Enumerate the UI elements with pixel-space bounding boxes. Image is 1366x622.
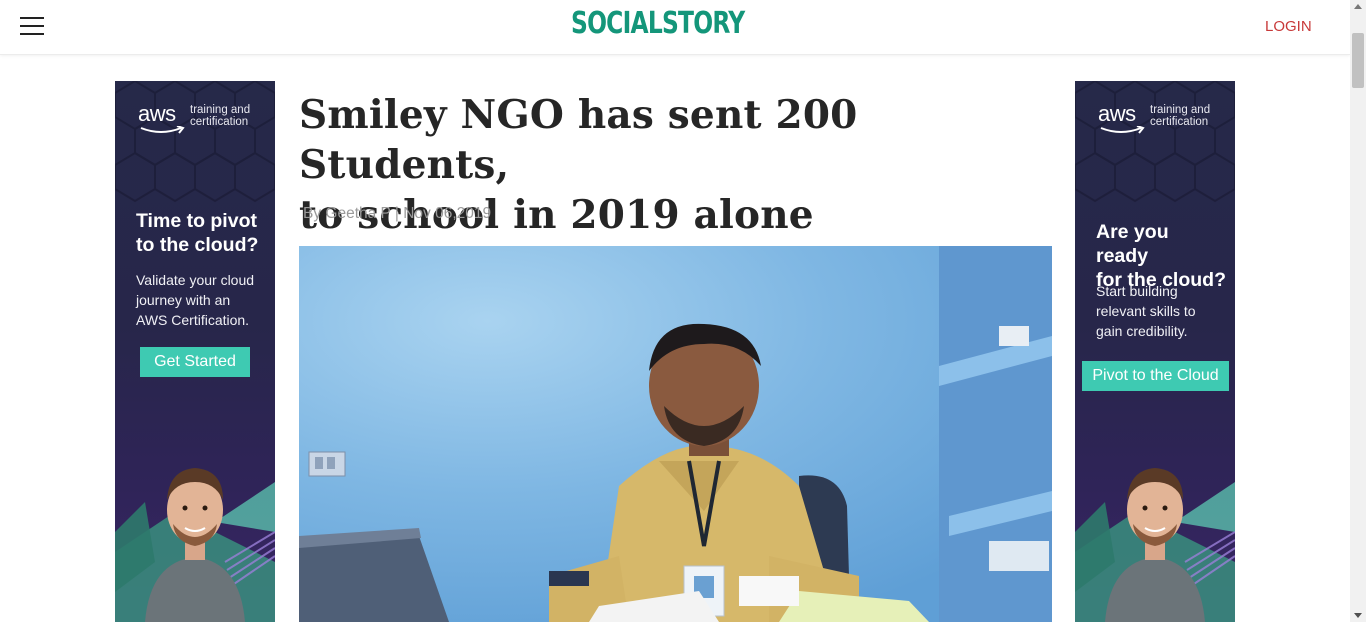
aws-tagline-line: certification bbox=[190, 116, 249, 128]
scroll-thumb[interactable] bbox=[1352, 33, 1364, 88]
scroll-up-arrow-icon[interactable] bbox=[1354, 4, 1362, 9]
site-logo[interactable]: SOCIALSTORY bbox=[571, 6, 745, 41]
aws-tagline: training and certification bbox=[190, 104, 250, 128]
aws-logo: aws training and certification bbox=[1098, 101, 1228, 141]
aws-smile-icon bbox=[140, 126, 185, 134]
ad-body-line: AWS Certification. bbox=[136, 312, 250, 328]
ad-body-line: Start building bbox=[1096, 283, 1178, 299]
ad-title-line: Are you ready bbox=[1096, 221, 1169, 267]
article-hero-image bbox=[299, 246, 1052, 622]
headline-line: Smiley NGO has sent 200 Students, bbox=[299, 92, 858, 188]
ad-title: Time to pivot to the cloud? bbox=[136, 209, 266, 257]
ad-body-line: relevant skills to bbox=[1096, 303, 1196, 319]
ad-body: Validate your cloud journey with an AWS … bbox=[136, 270, 266, 330]
menu-bar bbox=[20, 33, 44, 35]
page-scrollbar[interactable] bbox=[1350, 0, 1366, 622]
ad-body-line: Validate your cloud bbox=[136, 272, 255, 288]
aws-wordmark: aws bbox=[1098, 101, 1136, 126]
ad-body-line: gain credibility. bbox=[1096, 323, 1188, 339]
aws-tagline-line: training and bbox=[190, 104, 251, 116]
site-header: SOCIALSTORY LOGIN bbox=[0, 0, 1350, 55]
aws-tagline: training and certification bbox=[1150, 104, 1210, 128]
ad-body-line: journey with an bbox=[136, 292, 231, 308]
pivot-to-cloud-button[interactable]: Pivot to the Cloud bbox=[1082, 361, 1229, 391]
aws-tagline-line: certification bbox=[1150, 116, 1209, 128]
hamburger-menu-icon[interactable] bbox=[20, 17, 44, 37]
ad-title-line: to the cloud? bbox=[136, 234, 259, 256]
get-started-button[interactable]: Get Started bbox=[140, 347, 250, 377]
article-byline: By Geetha P | Nov 06,2019 bbox=[303, 205, 492, 222]
left-ad-banner[interactable]: aws training and certification Time to p… bbox=[115, 81, 275, 622]
right-ad-banner[interactable]: aws training and certification Are you r… bbox=[1075, 81, 1235, 622]
ad-person-illustration bbox=[115, 468, 275, 622]
menu-bar bbox=[20, 25, 44, 27]
ad-body: Start building relevant skills to gain c… bbox=[1096, 281, 1226, 341]
ad-title-line: Time to pivot bbox=[136, 210, 257, 232]
aws-tagline-line: training and bbox=[1150, 104, 1211, 116]
menu-bar bbox=[20, 17, 44, 19]
aws-logo: aws training and certification bbox=[138, 101, 268, 141]
ad-person-illustration bbox=[1075, 468, 1235, 622]
login-link[interactable]: LOGIN bbox=[1265, 18, 1312, 35]
aws-smile-icon bbox=[1100, 126, 1145, 134]
scroll-down-arrow-icon[interactable] bbox=[1354, 613, 1362, 618]
aws-wordmark: aws bbox=[138, 101, 176, 126]
